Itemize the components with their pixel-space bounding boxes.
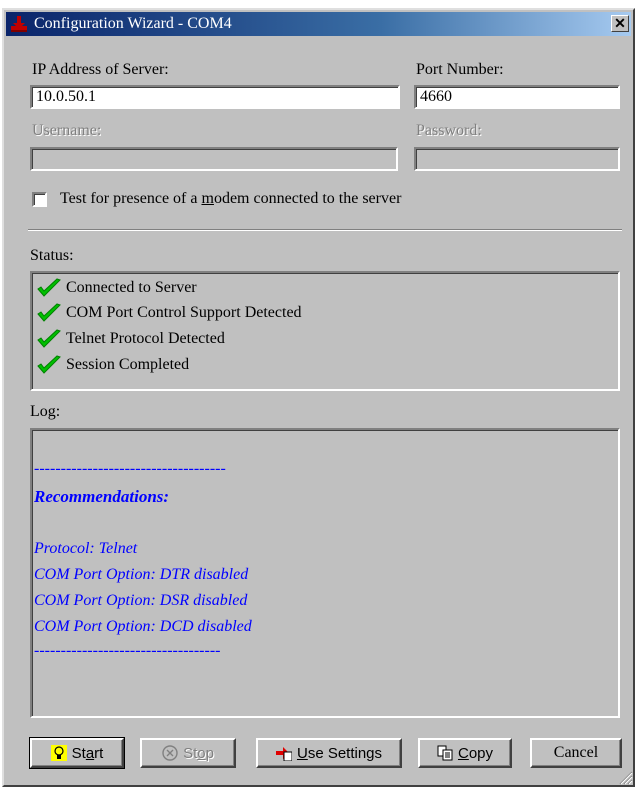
resize-grip-icon[interactable] (619, 771, 633, 785)
status-item-text: Session Completed (66, 356, 190, 373)
status-label: Status: (30, 247, 74, 264)
stop-label: Stop (183, 744, 214, 762)
use-settings-button[interactable]: Use Settings (256, 738, 402, 768)
green-check-icon (37, 303, 61, 322)
copy-icon (437, 745, 453, 761)
status-item-text: Connected to Server (66, 279, 197, 296)
log-line: COM Port Option: DTR disabled (34, 566, 249, 583)
username-field[interactable] (30, 147, 398, 171)
log-line: Protocol: Telnet (34, 540, 138, 557)
start-button[interactable]: Start (29, 737, 125, 769)
password-label: Password: (416, 122, 482, 139)
use-settings-label: Use Settings (296, 744, 383, 762)
port-number-label: Port Number: (416, 61, 504, 78)
status-item-text: Telnet Protocol Detected (66, 330, 225, 347)
status-list: Connected to Server COM Port Control Sup… (30, 271, 620, 391)
close-icon: ✕ (614, 15, 626, 31)
log-line: COM Port Option: DCD disabled (34, 618, 252, 635)
log-line: Recommendations: (34, 487, 170, 506)
modem-test-label[interactable]: Test for presence of a modem connected t… (60, 190, 401, 208)
stop-icon (162, 745, 178, 761)
modem-label-after: odem connected to the server (213, 190, 402, 207)
ip-address-field[interactable]: 10.0.50.1 (30, 85, 400, 109)
section-divider (28, 229, 622, 231)
modem-test-checkbox[interactable] (32, 192, 47, 207)
window-title: Configuration Wizard - COM4 (34, 15, 232, 32)
modem-label-before: Test for presence of a (60, 190, 202, 207)
green-check-icon (37, 278, 61, 297)
start-label: Start (71, 744, 104, 762)
modem-label-access-key: m (201, 190, 214, 207)
close-button[interactable]: ✕ (611, 15, 629, 32)
title-bar[interactable]: Configuration Wizard - COM4 ✕ (6, 12, 631, 36)
log-line: ------------------------------------ (34, 460, 226, 477)
copy-button[interactable]: Copy (418, 738, 512, 768)
username-label: Username: (32, 122, 102, 139)
copy-label: Copy (457, 744, 494, 762)
port-number-field[interactable]: 4660 (414, 85, 620, 109)
log-label: Log: (30, 403, 61, 420)
app-icon (11, 16, 27, 32)
green-check-icon (37, 355, 61, 374)
previous-text-fragment (0, 0, 637, 8)
green-check-icon (37, 329, 61, 348)
apply-settings-icon (275, 747, 292, 761)
cancel-button[interactable]: Cancel (530, 738, 622, 768)
lightbulb-icon (50, 745, 67, 761)
ip-address-label: IP Address of Server: (32, 61, 169, 78)
log-line: COM Port Option: DSR disabled (34, 592, 248, 609)
password-field[interactable] (414, 147, 620, 171)
log-line: ----------------------------------- (34, 642, 221, 659)
status-item-text: COM Port Control Support Detected (66, 304, 302, 321)
log-area[interactable]: ------------------------------------ Rec… (30, 428, 620, 718)
stop-button[interactable]: Stop (140, 738, 236, 768)
cancel-label: Cancel (553, 744, 599, 761)
